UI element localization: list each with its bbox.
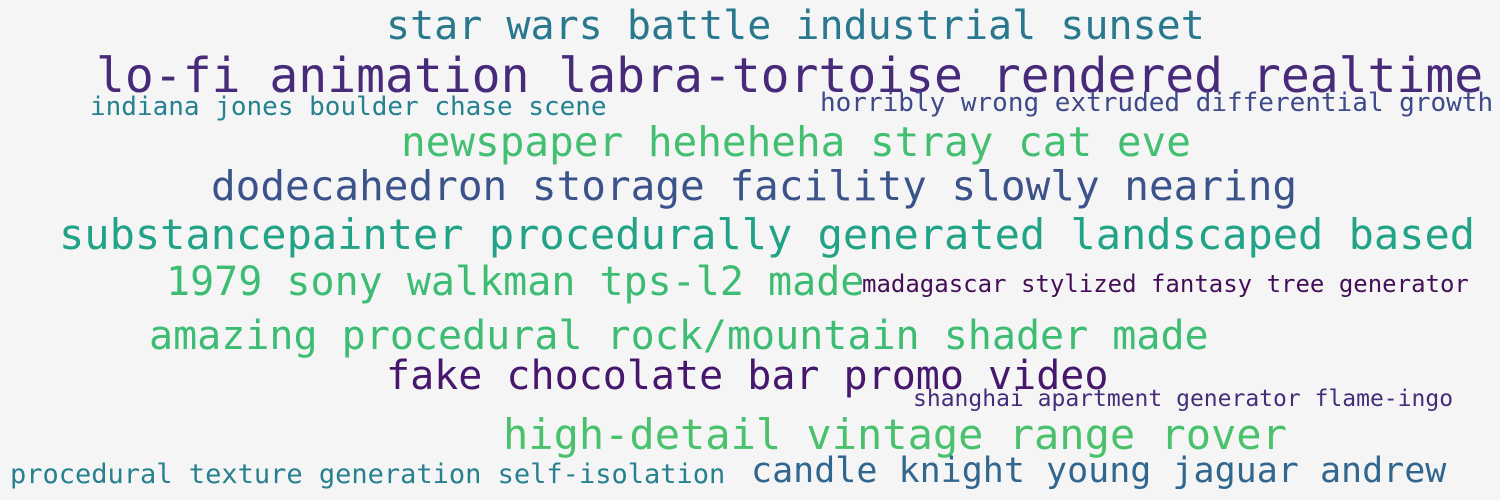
phrase-shanghai: shanghai apartment generator flame-ingo	[913, 386, 1454, 412]
phrase-substancepainter: substancepainter procedurally generated …	[59, 210, 1476, 259]
word-cloud: star wars battle industrial sunset lo-fi…	[0, 0, 1500, 500]
phrase-candle-knight: candle knight young jaguar andrew	[751, 451, 1447, 491]
phrase-dodecahedron: dodecahedron storage facility slowly nea…	[211, 162, 1298, 210]
phrase-high-detail: high-detail vintage range rover	[503, 410, 1287, 459]
phrase-sony-walkman: 1979 sony walkman tps-l2 made	[166, 259, 865, 305]
phrase-newspaper: newspaper heheheha stray cat eve	[401, 118, 1191, 166]
phrase-star-wars: star wars battle industrial sunset	[386, 3, 1205, 49]
phrase-madagascar: madagascar stylized fantasy tree generat…	[862, 270, 1469, 298]
phrase-procedural-texture: procedural texture generation self-isola…	[10, 459, 726, 490]
phrase-indiana-jones: indiana jones boulder chase scene	[90, 92, 607, 122]
phrase-amazing-procedural: amazing procedural rock/mountain shader …	[149, 313, 1209, 359]
phrase-horribly-wrong: horribly wrong extruded differential gro…	[820, 88, 1494, 118]
